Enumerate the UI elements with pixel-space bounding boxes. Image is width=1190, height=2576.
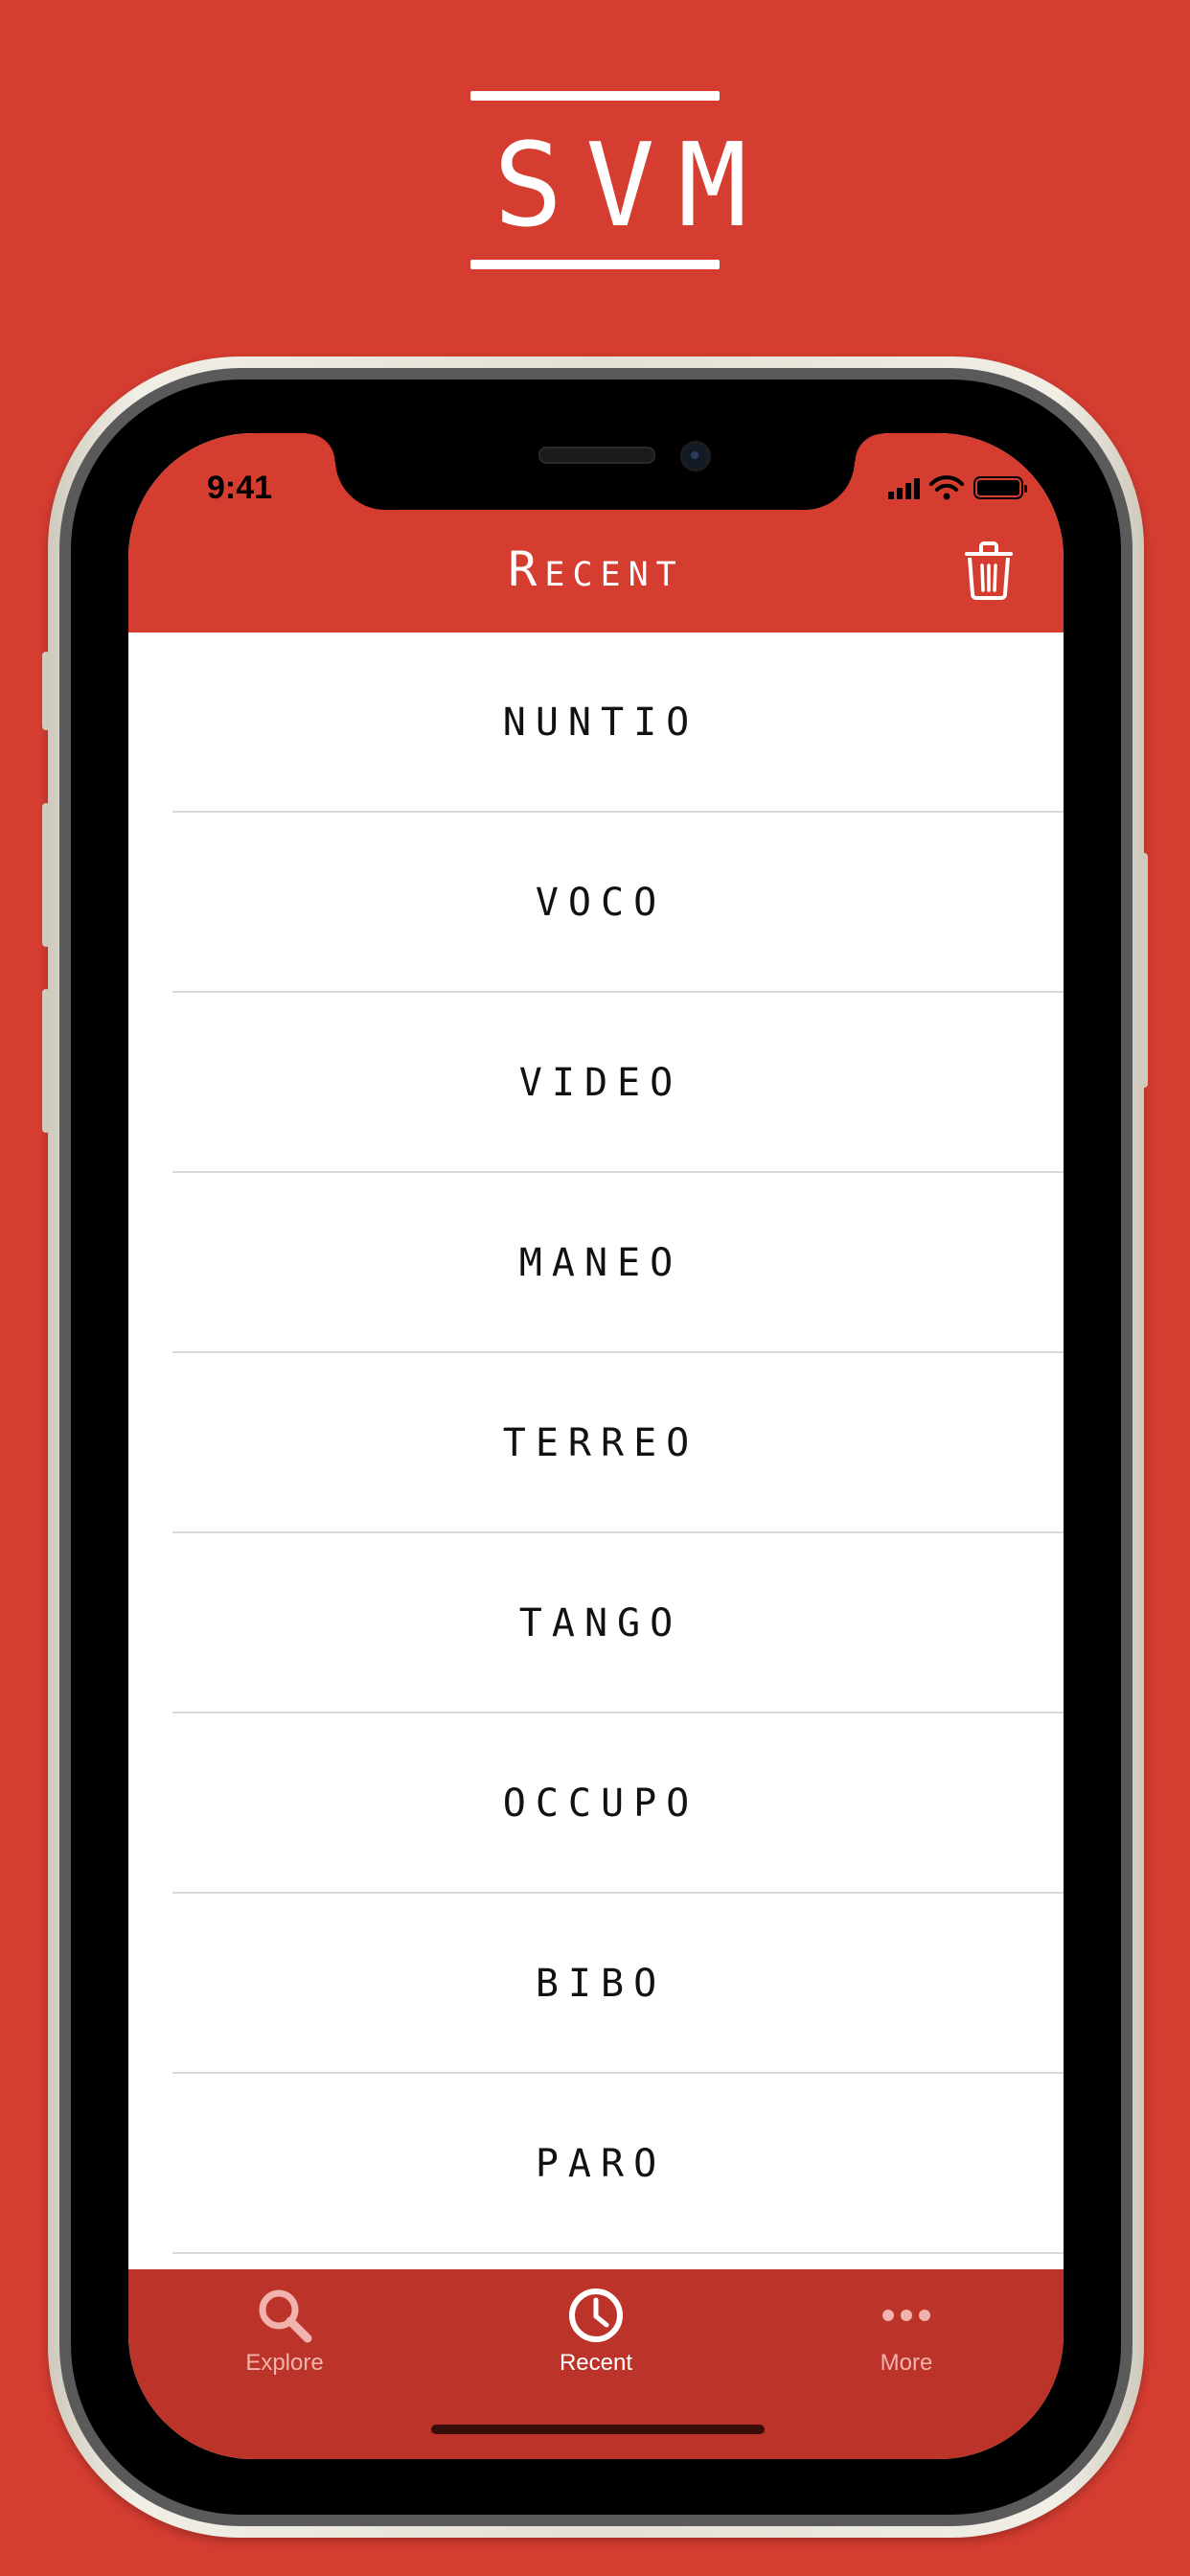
battery-icon bbox=[973, 476, 1027, 499]
tab-explore[interactable]: Explore bbox=[189, 2269, 380, 2394]
wifi-icon bbox=[929, 475, 964, 500]
clock-icon bbox=[569, 2288, 623, 2342]
app-screen: 9:41 Recent NUNTIO VOCO VIDEO MANEO TERR… bbox=[128, 433, 1064, 2459]
recent-words-list: NUNTIO VOCO VIDEO MANEO TERREO TANGO OCC… bbox=[128, 632, 1064, 2254]
tab-label: Recent bbox=[559, 2350, 633, 2376]
app-logo: SVM bbox=[470, 91, 770, 271]
trash-icon[interactable] bbox=[962, 540, 1016, 600]
list-item[interactable]: PARO bbox=[128, 2074, 1064, 2254]
list-item[interactable]: MANEO bbox=[128, 1173, 1064, 1353]
list-item[interactable]: OCCUPO bbox=[128, 1714, 1064, 1894]
ellipsis-icon bbox=[882, 2310, 930, 2321]
tab-more[interactable]: More bbox=[811, 2269, 1002, 2394]
tab-recent[interactable]: Recent bbox=[500, 2269, 692, 2394]
phone-volume-up bbox=[42, 803, 50, 947]
logo-bottom-rule bbox=[470, 260, 720, 269]
page-title: Recent bbox=[508, 541, 684, 597]
phone-volume-down bbox=[42, 989, 50, 1133]
tab-label: More bbox=[880, 2350, 933, 2376]
list-item[interactable]: TERREO bbox=[128, 1353, 1064, 1533]
list-item[interactable]: TANGO bbox=[128, 1533, 1064, 1714]
earpiece-speaker bbox=[538, 447, 655, 464]
home-indicator bbox=[431, 2425, 765, 2434]
status-icons bbox=[888, 475, 1027, 500]
tab-bar: Explore Recent More bbox=[128, 2269, 1064, 2459]
phone-mute-switch bbox=[42, 652, 50, 730]
cellular-signal-icon bbox=[888, 476, 920, 499]
phone-notch bbox=[307, 433, 883, 510]
phone-power-button bbox=[1140, 853, 1148, 1088]
magnifying-glass-icon bbox=[259, 2289, 312, 2343]
list-item[interactable]: BIBO bbox=[128, 1894, 1064, 2074]
tab-label: Explore bbox=[245, 2350, 324, 2376]
front-camera bbox=[680, 441, 711, 472]
logo-text: SVM bbox=[493, 120, 770, 253]
list-item[interactable]: NUNTIO bbox=[128, 632, 1064, 813]
list-item[interactable]: VOCO bbox=[128, 813, 1064, 993]
list-item[interactable]: VIDEO bbox=[128, 993, 1064, 1173]
logo-top-rule bbox=[470, 91, 720, 101]
status-time: 9:41 bbox=[207, 470, 273, 506]
